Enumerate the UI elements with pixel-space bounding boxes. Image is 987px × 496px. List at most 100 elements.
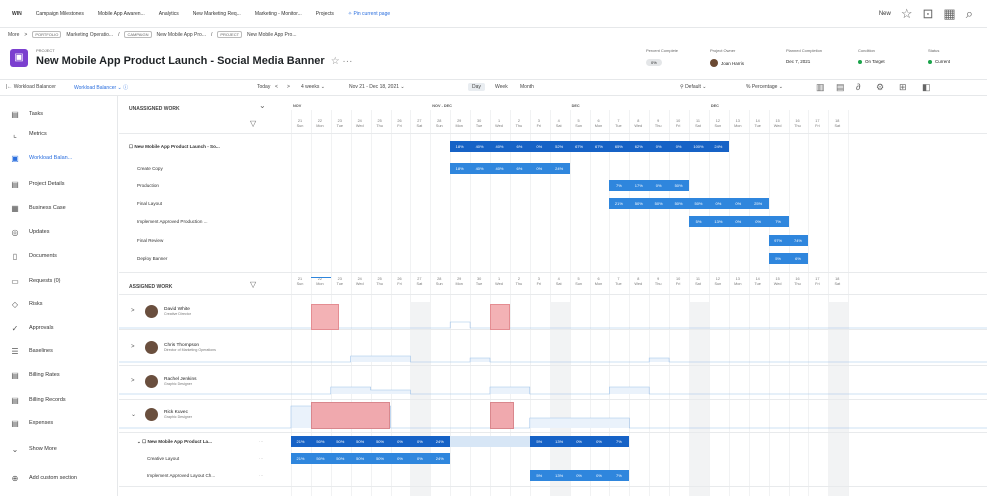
settings-icon[interactable]: ⚙ bbox=[876, 82, 884, 93]
sidebar-item-tasks[interactable]: ▤ Tasks bbox=[9, 107, 43, 121]
sidebar-item-requests[interactable]: ▭ Requests (0) bbox=[9, 274, 60, 288]
next-arrow-icon[interactable]: > bbox=[287, 84, 290, 90]
sidebar-item-documents[interactable]: ▯ Documents bbox=[9, 249, 57, 263]
month-toggle[interactable]: Month bbox=[520, 84, 534, 90]
collapse-icon[interactable]: |← bbox=[6, 84, 14, 90]
nav-marketing-monitor[interactable]: Marketing - Monitor... bbox=[255, 11, 302, 17]
sidebar-item-baselines[interactable]: ☰ Baselines bbox=[9, 344, 53, 358]
export-icon[interactable]: ⊞ bbox=[899, 82, 907, 93]
nav-mobile-app[interactable]: Mobile App Awaren... bbox=[98, 11, 145, 17]
range-select[interactable]: 4 weeks ⌄ bbox=[301, 84, 325, 90]
sidebar-item-business-case[interactable]: ▦ Business Case bbox=[9, 201, 65, 215]
bar-cell: 50% bbox=[336, 456, 345, 461]
link-icon[interactable]: ∂ bbox=[856, 82, 860, 92]
condition-dot bbox=[858, 59, 862, 64]
project-icon: ▣ bbox=[10, 49, 28, 67]
bar-cell: 0% bbox=[596, 439, 602, 444]
overallocation-block bbox=[310, 402, 391, 429]
workload-icon: ▣ bbox=[11, 153, 19, 163]
project-type-label: PROJECT bbox=[36, 48, 55, 53]
nav-new-marketing[interactable]: New Marketing Req... bbox=[193, 11, 241, 17]
sidebar-item-approvals[interactable]: ✓ Approvals bbox=[9, 321, 54, 335]
today-button[interactable]: Today bbox=[257, 84, 270, 90]
search-icon[interactable]: ⌕ bbox=[966, 6, 973, 22]
nav-home[interactable]: WIN bbox=[12, 11, 22, 17]
percentage-select[interactable]: % Percentage ⌄ bbox=[746, 84, 783, 90]
assigned-bar[interactable]: 21% 50% 50% 50% 50% 0% 0% 24% bbox=[291, 436, 451, 447]
assigned-bar[interactable]: 21% 50% 50% 50% 50% 0% 0% 24% bbox=[291, 453, 451, 464]
breadcrumb-project[interactable]: New Mobile App Pro... bbox=[247, 32, 296, 38]
business-case-icon: ▦ bbox=[11, 203, 19, 213]
assigned-task-label[interactable]: ⌄ ☐ New Mobile App Product La... bbox=[137, 439, 212, 445]
bar-cell: 7% bbox=[616, 473, 622, 478]
sidebar-item-details[interactable]: ▤ Project Details bbox=[9, 177, 64, 191]
new-button[interactable]: New bbox=[879, 6, 891, 22]
grid-icon[interactable]: ▦ bbox=[943, 6, 955, 22]
help-icon: ⓘ bbox=[123, 85, 129, 91]
nav-pin-label: Pin current page bbox=[353, 10, 391, 17]
sidebar-item-billing-records[interactable]: ▤ Billing Records bbox=[9, 393, 65, 407]
week-toggle[interactable]: Week bbox=[495, 84, 508, 90]
date-range-select[interactable]: Nov 21 - Dec 18, 2021 ⌄ bbox=[349, 84, 405, 90]
owner-name[interactable]: Joan Harris bbox=[721, 61, 744, 66]
star-icon[interactable]: ☆ bbox=[901, 6, 913, 22]
view-select[interactable]: Workload Balancer ⌄ ⓘ bbox=[74, 84, 128, 91]
planned-label: Planned Completion bbox=[786, 48, 823, 53]
condition-label: Condition bbox=[858, 48, 875, 53]
nav-projects[interactable]: Projects bbox=[316, 11, 334, 17]
risks-icon: ◇ bbox=[11, 299, 19, 309]
sidebar-item-add[interactable]: ⊕ Add custom section bbox=[9, 471, 77, 485]
overallocation-block bbox=[490, 402, 514, 429]
breadcrumb-portfolio[interactable]: Marketing Operatio... bbox=[66, 32, 113, 38]
favorite-star-icon[interactable]: ☆ ··· bbox=[331, 56, 353, 67]
condition-value[interactable]: On Target bbox=[865, 59, 885, 64]
rachel-workload-line bbox=[119, 386, 987, 395]
chart-icon[interactable]: ▥ bbox=[816, 82, 825, 93]
status: Status Current bbox=[928, 48, 950, 64]
row-hours: ··· bbox=[259, 439, 264, 444]
nav-pin-page[interactable]: ✧ Pin current page bbox=[348, 11, 390, 17]
app-window: WIN Campaign Milestones Mobile App Aware… bbox=[0, 0, 987, 496]
assigned-bar[interactable]: 5% 13% 0% 0% 7% bbox=[529, 436, 630, 447]
sidebar-item-metrics[interactable]: ⌞ Metrics bbox=[9, 127, 47, 141]
sidebar-item-workload[interactable]: ▣ Workload Balan... bbox=[9, 151, 72, 165]
grid-view-icon[interactable]: ▤ bbox=[836, 82, 845, 93]
assigned-bar[interactable]: 5% 13% 0% 0% 7% bbox=[529, 470, 630, 481]
assigned-task-label[interactable]: Implement Approved Layout Ch... bbox=[147, 473, 215, 478]
bar-cell: 21% bbox=[296, 439, 305, 444]
breadcrumb-more[interactable]: More bbox=[8, 32, 19, 38]
prev-arrow-icon[interactable]: < bbox=[275, 84, 278, 90]
breadcrumb: More > PORTFOLIO Marketing Operatio... / C… bbox=[8, 31, 297, 38]
sidebar-item-billing-rates[interactable]: ▤ Billing Rates bbox=[9, 368, 59, 382]
breadcrumb-campaign[interactable]: New Mobile App Pro... bbox=[157, 32, 206, 38]
day-toggle[interactable]: Day bbox=[468, 83, 485, 91]
overallocation-block bbox=[490, 304, 510, 330]
billing-rates-icon: ▤ bbox=[11, 370, 19, 380]
nav-campaign-milestones[interactable]: Campaign Milestones bbox=[36, 11, 84, 17]
sidebar-item-label: Show More bbox=[29, 446, 57, 452]
bar-cell: 50% bbox=[376, 439, 385, 444]
sidebar-item-chevron-down[interactable]: ⌄ Show More bbox=[9, 442, 57, 456]
bar-cell: 0% bbox=[397, 439, 403, 444]
campaign-tag: CAMPAIGN bbox=[124, 31, 152, 38]
sidebar-item-label: Baselines bbox=[29, 348, 53, 354]
bar-cell: 50% bbox=[316, 439, 325, 444]
david-workload-line bbox=[119, 321, 987, 329]
sidebar-item-expenses[interactable]: ▤ Expenses bbox=[9, 416, 53, 430]
bar-cell: 0% bbox=[596, 473, 602, 478]
bar-cell: 7% bbox=[616, 439, 622, 444]
status-value[interactable]: Current bbox=[935, 59, 950, 64]
assigned-task-label[interactable]: Creative Layout bbox=[147, 456, 179, 461]
percent-complete: Percent Complete 0% bbox=[646, 48, 678, 66]
panel-icon[interactable]: ◧ bbox=[922, 82, 931, 93]
default-filter[interactable]: ⚲ Default ⌄ bbox=[680, 84, 707, 90]
nav-analytics[interactable]: Analytics bbox=[159, 11, 179, 17]
sidebar-item-updates[interactable]: ◎ Updates bbox=[9, 225, 50, 239]
box-icon[interactable]: ⊡ bbox=[923, 6, 934, 22]
tasks-icon: ▤ bbox=[11, 109, 19, 119]
sidebar-item-label: Expenses bbox=[29, 420, 54, 426]
row-hours: ··· bbox=[259, 456, 264, 461]
sidebar: ▤ Tasks ⌞ Metrics ▣ Workload Balan... ▤ Project… bbox=[0, 96, 118, 496]
project-header: ▣ PROJECT New Mobile App Product Launch … bbox=[10, 46, 980, 74]
sidebar-item-risks[interactable]: ◇ Risks bbox=[9, 297, 43, 311]
